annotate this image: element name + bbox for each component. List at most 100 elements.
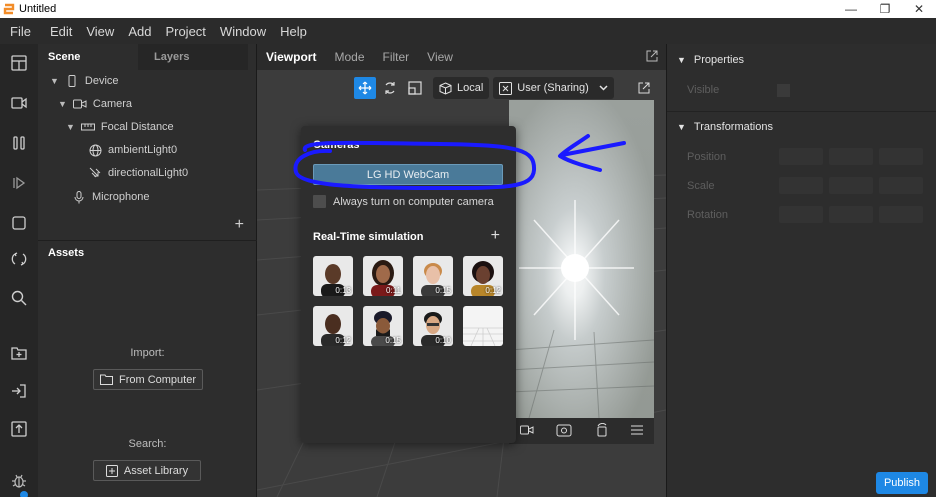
assets-title: Assets [48,247,85,259]
tab-layers[interactable]: Layers [138,44,248,70]
visible-checkbox[interactable] [777,84,790,97]
properties-title: Properties [693,54,745,66]
transformations-title: Transformations [693,121,773,133]
visible-label: Visible [687,84,720,96]
scale-label: Scale [687,180,715,192]
title-bar: Untitled — ❐ ✕ [0,0,936,18]
add-object-button[interactable]: + [235,216,244,234]
tab-view[interactable]: View [427,50,453,64]
microphone-icon [72,190,86,203]
from-computer-button[interactable]: From Computer [93,369,203,390]
webcam-option-button[interactable]: LG HD WebCam [313,164,503,185]
move-tool-icon[interactable] [354,77,376,99]
assets-panel: Assets Import: From Computer Search: Ass… [38,241,257,497]
tab-filter[interactable]: Filter [383,50,410,64]
menu-view[interactable]: View [79,24,121,39]
menu-file[interactable]: File [0,24,43,39]
tab-mode[interactable]: Mode [334,50,364,64]
close-button[interactable]: ✕ [902,0,936,18]
expand-arrow-icon[interactable]: ▼ [66,122,75,132]
camera-popout-icon[interactable] [638,82,650,97]
chevron-down-icon [599,82,608,94]
properties-panel: ▼ Properties Visible ▼ Transformations P… [666,44,936,497]
tab-viewport[interactable]: Viewport [266,50,316,64]
scale-y-field[interactable] [829,177,873,194]
duration-label: 0:15 [385,336,401,345]
rotate-device-icon[interactable] [595,422,609,440]
duration-label: 0:11 [386,286,401,295]
simulation-thumbnail[interactable]: 0:13 [313,256,353,296]
camera-icon [72,98,87,110]
menu-add[interactable]: Add [121,24,158,39]
directional-light-icon [88,167,102,179]
simulation-thumbnail[interactable]: 0:11 [363,256,403,296]
position-label: Position [687,151,727,163]
tree-item-camera[interactable]: ▼ Camera [58,93,132,115]
tree-item-label: Focal Distance [100,121,174,133]
menu-window[interactable]: Window [213,24,273,39]
layout-icon[interactable] [8,52,30,74]
asset-library-button[interactable]: Asset Library [93,460,201,481]
import-icon[interactable] [8,380,30,402]
popout-icon[interactable] [646,50,658,65]
rotate-tool-icon[interactable] [379,77,401,99]
upload-icon[interactable] [8,418,30,440]
simulation-thumbnail[interactable]: 0:12 [463,256,503,296]
add-simulation-button[interactable]: + [491,227,500,245]
maximize-button[interactable]: ❐ [868,0,902,18]
expand-arrow-icon[interactable]: ▼ [58,99,67,109]
menu-project[interactable]: Project [158,24,212,39]
position-x-field[interactable] [779,148,823,165]
properties-header[interactable]: ▼ Properties [677,54,744,66]
step-forward-icon[interactable] [8,172,30,194]
cameras-title: Cameras [313,139,360,151]
menu-icon[interactable] [630,425,643,438]
position-y-field[interactable] [829,148,873,165]
scale-tool-icon[interactable] [404,77,426,99]
publish-button[interactable]: Publish [876,472,928,494]
rotation-label: Rotation [687,209,728,221]
tree-item-ambient-light[interactable]: ambientLight0 [88,139,177,161]
menu-edit[interactable]: Edit [43,24,79,39]
simulation-thumbnail[interactable]: 0:15 [413,256,453,296]
expand-arrow-icon[interactable]: ▼ [50,76,59,86]
simulation-thumbnail[interactable]: 0:15 [363,306,403,346]
video-camera-icon[interactable] [8,92,30,114]
add-folder-icon[interactable] [8,342,30,364]
rotation-y-field[interactable] [829,206,873,223]
bug-icon[interactable] [8,470,30,492]
tree-item-label: Camera [92,98,133,110]
scale-x-field[interactable] [779,177,823,194]
scale-z-field[interactable] [879,177,923,194]
camera-feed-preview [509,100,654,418]
rotation-z-field[interactable] [879,206,923,223]
always-on-checkbox[interactable]: Always turn on computer camera [313,195,494,208]
stop-icon[interactable] [8,212,30,234]
simulation-thumbnail[interactable]: 0:10 [413,306,453,346]
expand-arrow-icon[interactable]: ▼ [677,122,686,132]
expand-arrow-icon[interactable]: ▼ [677,55,686,65]
menu-help[interactable]: Help [273,24,314,39]
tree-item-device[interactable]: ▼ Device [50,70,119,92]
tree-item-microphone[interactable]: Microphone [72,186,149,208]
tree-item-directional-light[interactable]: directionalLight0 [88,162,188,184]
video-icon[interactable] [520,424,534,439]
position-z-field[interactable] [879,148,923,165]
transformations-header[interactable]: ▼ Transformations [677,121,773,133]
refresh-icon[interactable] [8,248,30,270]
tree-item-focal-distance[interactable]: ▼ Focal Distance [66,116,174,138]
camera-controls [509,418,654,444]
rotation-x-field[interactable] [779,206,823,223]
minimize-button[interactable]: — [834,0,868,18]
local-toggle[interactable]: Local [433,77,490,99]
simulation-thumbnail[interactable]: 0:12 [313,306,353,346]
search-icon[interactable] [8,287,30,309]
pause-icon[interactable] [8,132,30,154]
empty-scene-thumbnail[interactable] [463,306,503,346]
checkbox-box[interactable] [313,195,326,208]
switch-camera-icon[interactable] [556,423,572,440]
user-sharing-dropdown[interactable]: User (Sharing) [493,77,614,99]
tab-scene[interactable]: Scene [38,51,138,63]
duration-label: 0:12 [335,336,351,345]
status-dot [20,491,28,497]
